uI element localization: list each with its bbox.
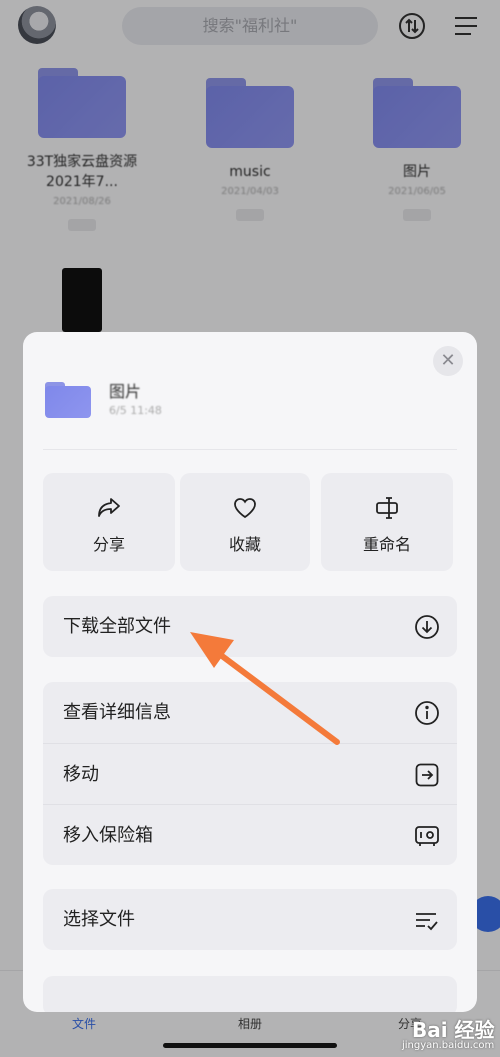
select-group: 选择文件 bbox=[43, 889, 457, 950]
move-row[interactable]: 移动 bbox=[43, 743, 457, 804]
safe-icon bbox=[415, 826, 439, 846]
share-button[interactable]: 分享 bbox=[43, 473, 175, 571]
watermark-site: jingyan.baidu.com bbox=[402, 1040, 495, 1051]
share-label: 分享 bbox=[92, 535, 125, 554]
checklist-icon bbox=[416, 913, 438, 931]
rename-icon bbox=[376, 497, 398, 519]
download-all-row[interactable]: 下载全部文件 bbox=[43, 596, 457, 657]
file-date: 6/5 11:48 bbox=[109, 404, 162, 417]
move-label: 移动 bbox=[63, 764, 99, 785]
watermark-brand: Bai 经验 bbox=[412, 1018, 495, 1042]
favorite-button[interactable]: 收藏 bbox=[180, 473, 310, 571]
file-action-sheet: ✕ 图片 6/5 11:48 分享 收藏 重命名 下载全部文件 查看详细信息 移… bbox=[23, 332, 477, 1012]
file-options-group: 查看详细信息 移动 移入保险箱 bbox=[43, 682, 457, 865]
move-icon bbox=[415, 763, 439, 787]
rename-button[interactable]: 重命名 bbox=[321, 473, 453, 571]
close-button[interactable]: ✕ bbox=[433, 346, 463, 376]
share-icon bbox=[98, 498, 120, 517]
info-icon bbox=[415, 701, 439, 725]
download-all-label: 下载全部文件 bbox=[63, 616, 171, 637]
select-files-label: 选择文件 bbox=[63, 909, 135, 930]
file-name: 图片 bbox=[109, 382, 142, 401]
close-icon: ✕ bbox=[440, 350, 456, 371]
select-files-row[interactable]: 选择文件 bbox=[43, 889, 457, 950]
folder-icon bbox=[45, 382, 91, 418]
details-label: 查看详细信息 bbox=[63, 702, 171, 723]
download-group: 下载全部文件 bbox=[43, 596, 457, 657]
next-group bbox=[43, 976, 457, 1012]
heart-icon bbox=[234, 498, 256, 519]
vault-label: 移入保险箱 bbox=[63, 825, 153, 846]
divider bbox=[43, 449, 457, 450]
home-indicator bbox=[163, 1043, 337, 1048]
details-row[interactable]: 查看详细信息 bbox=[43, 682, 457, 743]
download-icon bbox=[415, 615, 439, 639]
favorite-label: 收藏 bbox=[228, 535, 261, 554]
rename-label: 重命名 bbox=[362, 535, 411, 554]
vault-row[interactable]: 移入保险箱 bbox=[43, 804, 457, 865]
